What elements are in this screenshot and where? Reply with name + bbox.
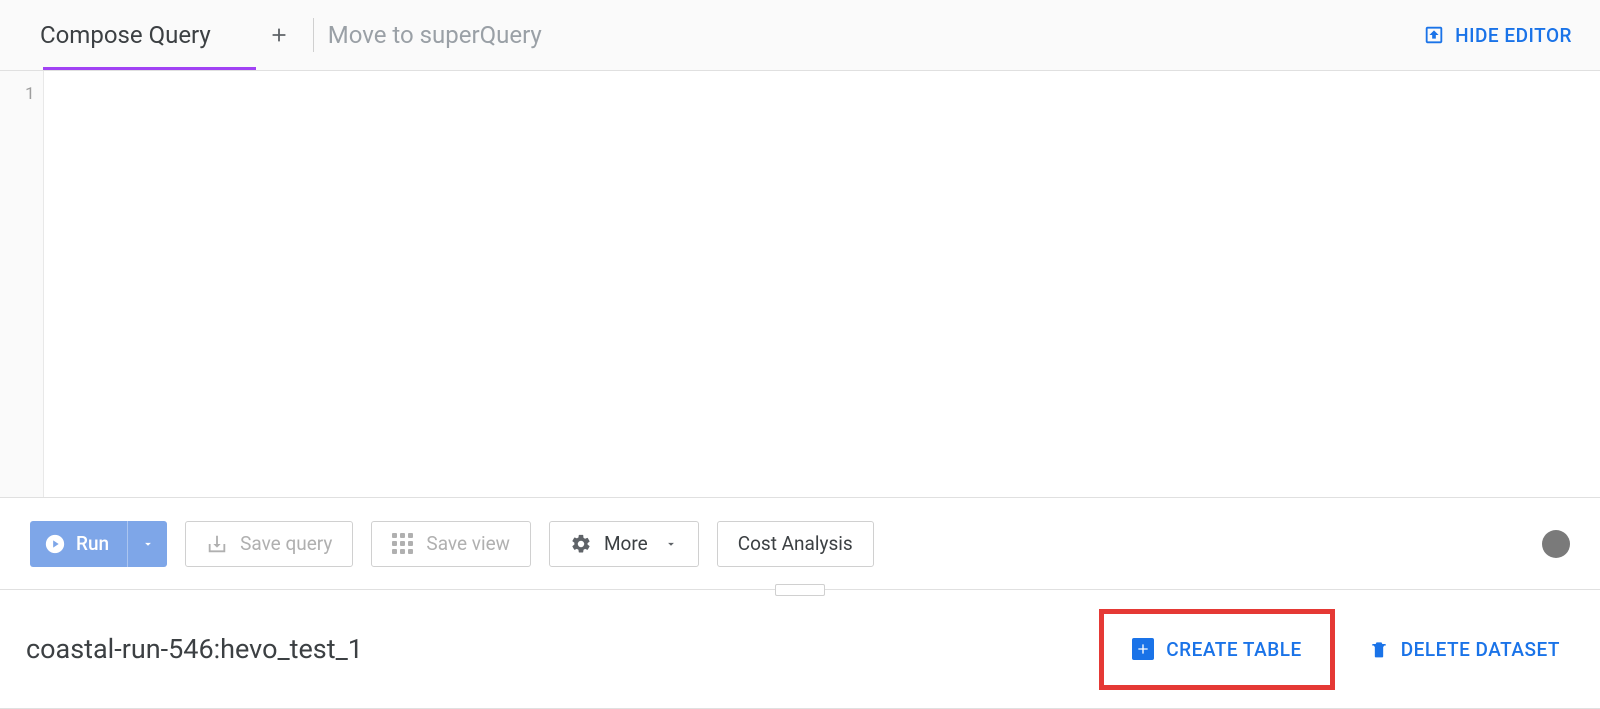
chevron-down-icon [664,537,678,551]
download-icon [206,533,228,555]
gear-icon [570,533,592,555]
cost-analysis-label: Cost Analysis [738,532,853,555]
run-button[interactable]: Run [30,521,127,567]
superquery-label: Move to superQuery [328,21,542,49]
save-view-label: Save view [426,532,510,555]
delete-dataset-label: DELETE DATASET [1401,638,1560,661]
query-editor: 1 [0,71,1600,498]
run-button-group: Run [30,521,167,567]
add-tab-button[interactable] [259,15,299,55]
save-view-button[interactable]: Save view [371,521,531,567]
more-button[interactable]: More [549,521,699,567]
line-number: 1 [25,81,35,104]
plus-box-icon [1132,638,1154,660]
tab-label: Compose Query [40,21,211,49]
more-label: More [604,532,648,555]
play-icon [44,533,66,555]
line-gutter: 1 [0,71,44,497]
run-dropdown[interactable] [127,521,167,567]
query-toolbar: Run Save query Save view More Cost Analy… [0,498,1600,590]
grid-icon [392,533,414,555]
tab-area: Compose Query Move to superQuery [0,0,542,70]
divider [313,18,314,52]
dataset-bar: coastal-run-546:hevo_test_1 CREATE TABLE… [0,590,1600,709]
run-label: Run [76,532,109,555]
plus-icon [268,24,290,46]
cost-analysis-button[interactable]: Cost Analysis [717,521,874,567]
chevron-down-icon [141,537,155,551]
dataset-name: coastal-run-546:hevo_test_1 [26,633,363,665]
compose-query-tab[interactable]: Compose Query [0,0,251,70]
panel-resize-handle[interactable] [775,584,825,596]
code-input[interactable] [44,71,1600,497]
create-table-button[interactable]: CREATE TABLE [1132,638,1301,661]
editor-header: Compose Query Move to superQuery HIDE ED… [0,0,1600,71]
save-query-button[interactable]: Save query [185,521,353,567]
trash-icon [1369,638,1389,660]
create-table-label: CREATE TABLE [1166,638,1301,661]
delete-dataset-button[interactable]: DELETE DATASET [1355,628,1574,671]
hide-editor-button[interactable]: HIDE EDITOR [1423,24,1572,47]
collapse-icon [1423,24,1445,46]
move-to-superquery-link[interactable]: Move to superQuery [328,21,542,49]
query-status-indicator [1542,530,1570,558]
hide-editor-label: HIDE EDITOR [1455,24,1572,47]
create-table-highlight: CREATE TABLE [1099,609,1334,690]
save-query-label: Save query [240,532,332,555]
